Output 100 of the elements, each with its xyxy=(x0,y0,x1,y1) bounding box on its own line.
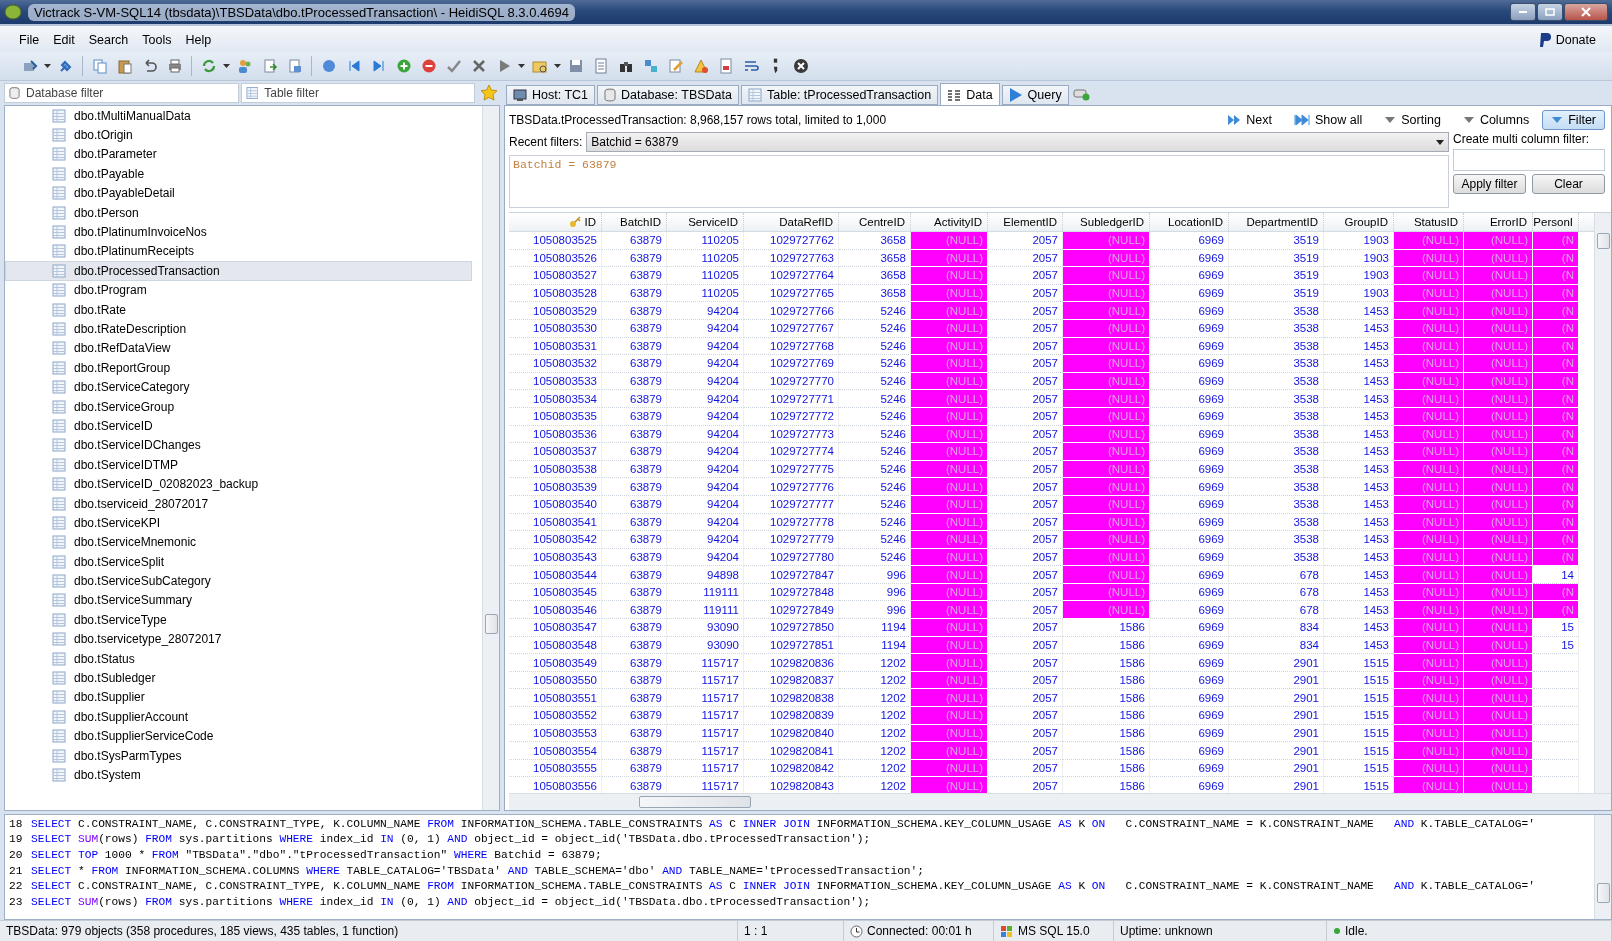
table-cell: 6969 xyxy=(1150,654,1229,672)
database-filter-field[interactable]: Database filter xyxy=(4,83,239,103)
table-cell: 1586 xyxy=(1063,742,1150,760)
table-name: dbo.tProgram xyxy=(74,283,147,298)
clear-button[interactable]: Clear xyxy=(1532,174,1605,194)
tree-item[interactable]: dbo.tServiceSubCategory xyxy=(5,571,472,591)
column-header[interactable]: BatchID xyxy=(602,213,667,231)
minimize-button[interactable] xyxy=(1510,3,1536,21)
column-header[interactable]: LocationID xyxy=(1150,213,1229,231)
tab[interactable]: Table: tProcessedTransaction xyxy=(741,85,939,105)
tree-item[interactable]: dbo.tServiceID_02082023_backup xyxy=(5,474,472,494)
apply-filter-button[interactable]: Apply filter xyxy=(1453,174,1526,194)
tree-item[interactable]: dbo.tServiceSummary xyxy=(5,590,472,611)
scrollbar[interactable] xyxy=(1594,213,1611,793)
tree-item[interactable]: dbo.tProcessedTransaction xyxy=(5,261,472,281)
table-cell: (NULL) xyxy=(1394,302,1464,320)
table-filter-field[interactable]: Table filter xyxy=(240,83,475,103)
tree-item[interactable]: dbo.tProgram xyxy=(5,280,472,300)
tree-item[interactable]: dbo.tSubledger xyxy=(5,668,472,688)
tree-item[interactable]: dbo.tReportGroup xyxy=(5,358,472,378)
tree-item[interactable]: dbo.tPayable xyxy=(5,164,472,184)
menu-item[interactable]: File xyxy=(12,31,47,49)
tab[interactable]: Data xyxy=(940,83,1000,105)
tree-item[interactable]: dbo.tSystem xyxy=(5,765,472,785)
app-logo-icon xyxy=(4,4,22,20)
tree-item[interactable]: dbo.tSupplier xyxy=(5,687,472,708)
toolbar-button[interactable]: Next xyxy=(1218,110,1282,130)
table-cell: (NULL) xyxy=(1394,478,1464,496)
toolbar-button[interactable]: Show all xyxy=(1285,110,1372,130)
menu-item[interactable]: Edit xyxy=(46,31,82,49)
multi-filter-field[interactable] xyxy=(1453,149,1605,171)
toolbar-button[interactable]: Sorting xyxy=(1375,110,1450,130)
tree-item[interactable]: dbo.tServiceKPI xyxy=(5,513,472,533)
column-header[interactable]: ID xyxy=(509,213,602,231)
tree-item[interactable]: dbo.tPlatinumInvoiceNos xyxy=(5,222,472,242)
column-header[interactable]: ActivityID xyxy=(911,213,988,231)
tree-item[interactable]: dbo.tParameter xyxy=(5,144,472,165)
donate-button[interactable]: Donate xyxy=(1533,30,1600,50)
tree-item[interactable]: dbo.tserviceid_28072017 xyxy=(5,493,472,514)
tab[interactable]: Host: TC1 xyxy=(506,85,596,105)
tree-item[interactable]: dbo.tServiceSplit xyxy=(5,552,472,572)
column-header[interactable]: GroupID xyxy=(1324,213,1394,231)
column-header[interactable]: SubledgerID xyxy=(1063,213,1150,231)
column-header[interactable]: DepartmentID xyxy=(1229,213,1324,231)
table-icon xyxy=(52,671,66,685)
tree-item[interactable]: dbo.tMultiManualData xyxy=(5,106,472,126)
table-cell: (NULL) xyxy=(1394,443,1464,461)
database-filter-input[interactable]: Database filter xyxy=(24,85,234,101)
tree-item[interactable]: dbo.tSupplierServiceCode xyxy=(5,726,472,746)
scrollbar[interactable] xyxy=(1594,815,1611,919)
menu-item[interactable]: Help xyxy=(178,31,219,49)
tree-item[interactable]: dbo.tServiceIDTMP xyxy=(5,455,472,475)
recent-filters-dropdown[interactable]: Batchid = 63879 xyxy=(586,132,1449,152)
line-number: 20 xyxy=(8,849,24,861)
table-cell: (NULL) xyxy=(1394,619,1464,637)
tree-item[interactable]: dbo.tRate xyxy=(5,299,472,320)
column-header[interactable]: PersonI xyxy=(1533,213,1579,231)
table-filter-input[interactable]: Table filter xyxy=(262,85,470,101)
tree-item[interactable]: dbo.tservicetype_28072017 xyxy=(5,629,472,649)
printer-icon xyxy=(166,58,183,74)
table-cell: (N xyxy=(1533,531,1579,549)
tree-item[interactable]: dbo.tSysParmTypes xyxy=(5,745,472,766)
tree-item[interactable]: dbo.tServiceType xyxy=(5,610,472,630)
scrollbar[interactable] xyxy=(509,793,1611,810)
table-cell: (NULL) xyxy=(1063,566,1150,584)
tab[interactable]: Query xyxy=(1001,85,1069,105)
toolbar-button[interactable]: Columns xyxy=(1453,110,1539,130)
tree-item[interactable]: dbo.tSupplierAccount xyxy=(5,707,472,727)
table-cell: (NULL) xyxy=(1394,566,1464,584)
tree-item[interactable]: dbo.tRefDataView xyxy=(5,338,472,359)
tree-item[interactable]: dbo.tPlatinumReceipts xyxy=(5,241,472,262)
scrollbar[interactable] xyxy=(482,106,499,810)
maximize-button[interactable] xyxy=(1537,3,1563,21)
tree-item[interactable]: dbo.tRateDescription xyxy=(5,319,472,339)
column-header[interactable]: ElementID xyxy=(988,213,1063,231)
tree-item[interactable]: dbo.tServiceGroup xyxy=(5,396,472,417)
table-cell: 5246 xyxy=(839,478,911,496)
column-header[interactable]: ErrorID xyxy=(1464,213,1533,231)
close-button[interactable] xyxy=(1564,3,1608,21)
table-icon xyxy=(52,108,66,123)
tree-item[interactable]: dbo.tServiceMnemonic xyxy=(5,532,472,552)
menu-item[interactable]: Tools xyxy=(135,31,179,49)
tree-item[interactable]: dbo.tServiceID xyxy=(5,416,472,436)
menu-item[interactable]: Search xyxy=(81,31,136,49)
column-header[interactable]: CentreID xyxy=(839,213,911,231)
tree-item[interactable]: dbo.tStatus xyxy=(5,648,472,669)
column-header[interactable]: DataRefID xyxy=(744,213,839,231)
tree-item[interactable]: dbo.tServiceCategory xyxy=(5,377,472,397)
tree-item[interactable]: dbo.tPayableDetail xyxy=(5,183,472,203)
table-cell: 3538 xyxy=(1229,443,1324,461)
column-header[interactable]: StatusID xyxy=(1394,213,1464,231)
remove-icon xyxy=(420,58,437,74)
tree-item[interactable]: dbo.tServiceIDChanges xyxy=(5,435,472,456)
table-cell: (NULL) xyxy=(1394,355,1464,373)
tree-item[interactable]: dbo.tPerson xyxy=(5,202,472,223)
tree-item[interactable]: dbo.tOrigin xyxy=(5,125,472,145)
toolbar-button[interactable]: Filter xyxy=(1542,110,1605,130)
table-cell: 1029727766 xyxy=(744,302,839,320)
tab[interactable]: Database: TBSData xyxy=(597,85,739,105)
column-header[interactable]: ServiceID xyxy=(667,213,744,231)
